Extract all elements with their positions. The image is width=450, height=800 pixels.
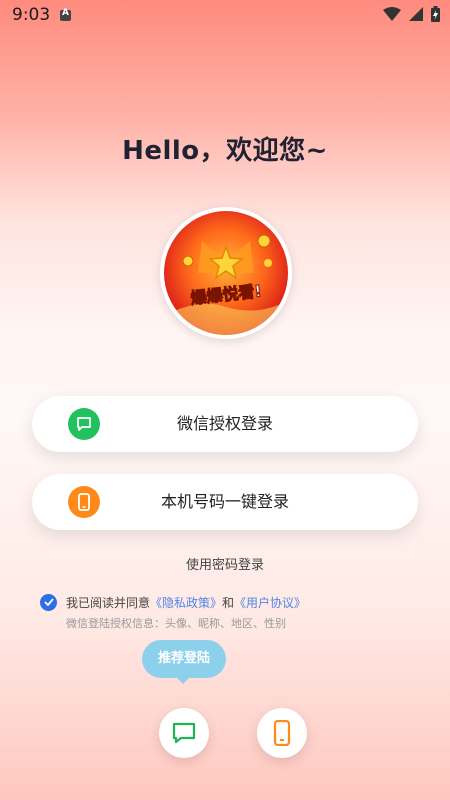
agreement-prefix: 我已阅读并同意 bbox=[66, 595, 151, 610]
agreement-row: 我已阅读并同意《隐私政策》和《用户协议》 bbox=[40, 592, 306, 612]
app-logo-avatar: 爆爆悦看! bbox=[160, 207, 292, 339]
logo-artwork bbox=[164, 234, 288, 335]
signal-icon bbox=[409, 7, 423, 21]
agreement-and: 和 bbox=[222, 595, 235, 610]
wechat-login-label: 微信授权登录 bbox=[176, 414, 273, 433]
check-icon bbox=[43, 598, 54, 606]
greeting-title: Hello，欢迎您~ bbox=[122, 136, 328, 166]
wechat-login-button[interactable]: 微信授权登录 bbox=[32, 396, 418, 452]
wechat-quick-login-button[interactable] bbox=[159, 708, 209, 758]
phone-icon bbox=[273, 720, 291, 746]
wechat-auth-info: 微信登陆授权信息：头像、昵称、地区、性别 bbox=[66, 617, 286, 630]
phone-login-label: 本机号码一键登录 bbox=[160, 492, 289, 511]
phone-login-button[interactable]: 本机号码一键登录 bbox=[32, 474, 418, 530]
password-login-link[interactable]: 使用密码登录 bbox=[0, 554, 450, 573]
chat-bubble-icon bbox=[172, 722, 196, 744]
phone-quick-login-button[interactable] bbox=[257, 708, 307, 758]
status-icons bbox=[383, 6, 440, 22]
user-agreement-link[interactable]: 《用户协议》 bbox=[234, 596, 306, 610]
notification-a-icon bbox=[60, 8, 71, 21]
status-bar: 9:03 bbox=[0, 0, 450, 30]
privacy-policy-link[interactable]: 《隐私政策》 bbox=[150, 596, 222, 610]
status-time: 9:03 bbox=[12, 5, 51, 25]
agreement-checkbox[interactable] bbox=[40, 593, 57, 611]
agreement-text: 我已阅读并同意《隐私政策》和《用户协议》 bbox=[66, 594, 306, 611]
app-logo-image: 爆爆悦看! bbox=[164, 211, 288, 335]
wifi-icon bbox=[383, 7, 401, 21]
battery-icon bbox=[431, 6, 440, 22]
recommended-login-tooltip: 推荐登陆 bbox=[142, 640, 226, 684]
